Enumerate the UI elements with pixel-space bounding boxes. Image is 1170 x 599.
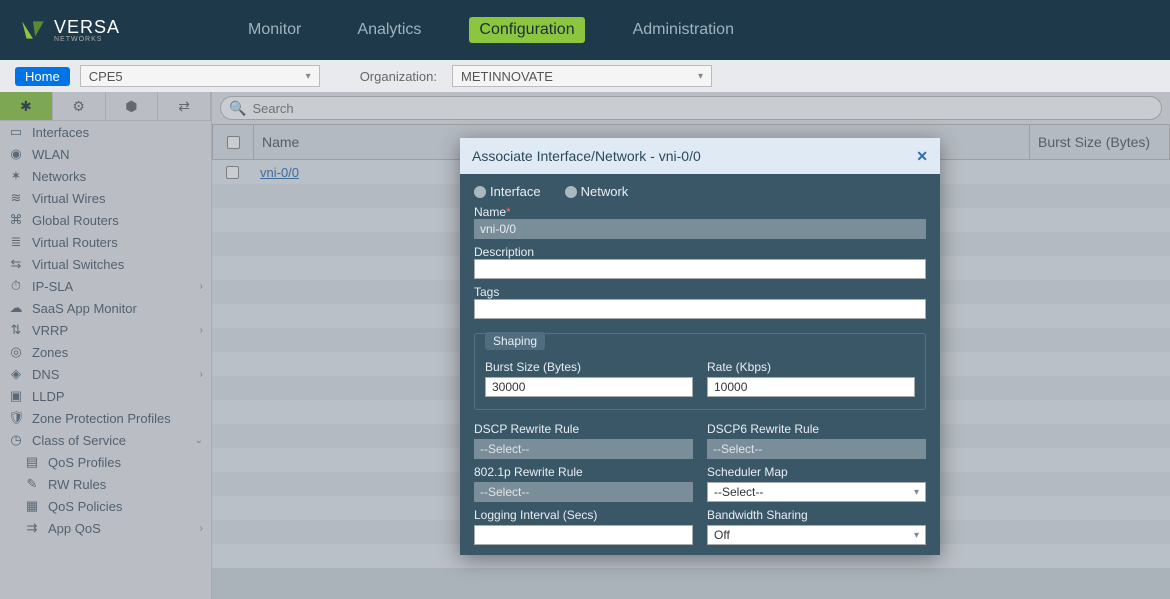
dscp-rewrite-label: DSCP Rewrite Rule — [474, 422, 693, 436]
nav-administration[interactable]: Administration — [625, 17, 742, 43]
required-indicator: * — [506, 205, 511, 219]
close-button[interactable]: ✕ — [916, 148, 928, 165]
chevron-down-icon: ▾ — [698, 71, 703, 82]
description-input[interactable] — [474, 259, 926, 279]
main-nav: Monitor Analytics Configuration Administ… — [240, 17, 742, 43]
scheduler-map-label: Scheduler Map — [707, 465, 926, 479]
logging-interval-input[interactable] — [474, 525, 693, 545]
home-button[interactable]: Home — [15, 67, 70, 86]
context-bar: Home CPE5 ▾ Organization: METINNOVATE ▾ — [0, 60, 1170, 92]
nav-monitor[interactable]: Monitor — [240, 17, 309, 43]
radio-icon — [565, 186, 577, 198]
chevron-down-icon: ▾ — [914, 530, 919, 541]
name-label: Name — [474, 205, 506, 219]
rate-input[interactable] — [707, 377, 915, 397]
shaping-fieldset: Shaping Burst Size (Bytes) Rate (Kbps) — [474, 333, 926, 410]
burst-size-input[interactable] — [485, 377, 693, 397]
brand-subtitle: NETWORKS — [54, 36, 120, 43]
name-input[interactable] — [474, 219, 926, 239]
organization-label: Organization: — [360, 69, 437, 84]
shaping-legend: Shaping — [485, 332, 545, 350]
dscp6-rewrite-select[interactable]: --Select-- — [707, 439, 926, 459]
scheduler-map-select[interactable]: --Select--▾ — [707, 482, 926, 502]
brand-name: VERSA — [54, 17, 120, 37]
modal-title: Associate Interface/Network - vni-0/0 — [472, 148, 701, 164]
nav-analytics[interactable]: Analytics — [349, 17, 429, 43]
tags-input[interactable] — [474, 299, 926, 319]
versa-logo-icon — [20, 17, 46, 43]
rate-label: Rate (Kbps) — [707, 360, 915, 374]
top-header: VERSA NETWORKS Monitor Analytics Configu… — [0, 0, 1170, 60]
brand-logo: VERSA NETWORKS — [20, 17, 120, 43]
chevron-down-icon: ▾ — [914, 487, 919, 498]
nav-configuration[interactable]: Configuration — [469, 17, 584, 43]
radio-interface[interactable]: Interface — [474, 184, 541, 199]
tags-label: Tags — [474, 285, 926, 299]
chevron-down-icon: ▾ — [306, 71, 311, 82]
dscp6-rewrite-label: DSCP6 Rewrite Rule — [707, 422, 926, 436]
description-label: Description — [474, 245, 926, 259]
bandwidth-sharing-select[interactable]: Off▾ — [707, 525, 926, 545]
burst-size-label: Burst Size (Bytes) — [485, 360, 693, 374]
device-select[interactable]: CPE5 ▾ — [80, 65, 320, 87]
logging-interval-label: Logging Interval (Secs) — [474, 508, 693, 522]
organization-select[interactable]: METINNOVATE ▾ — [452, 65, 712, 87]
type-radio-group: Interface Network — [474, 184, 926, 199]
device-value: CPE5 — [89, 69, 123, 84]
bandwidth-sharing-label: Bandwidth Sharing — [707, 508, 926, 522]
dscp-rewrite-select[interactable]: --Select-- — [474, 439, 693, 459]
p8021-rewrite-select[interactable]: --Select-- — [474, 482, 693, 502]
organization-value: METINNOVATE — [461, 69, 553, 84]
modal-header: Associate Interface/Network - vni-0/0 ✕ — [460, 138, 940, 174]
radio-network[interactable]: Network — [565, 184, 629, 199]
radio-icon — [474, 186, 486, 198]
associate-interface-modal: Associate Interface/Network - vni-0/0 ✕ … — [460, 138, 940, 555]
p8021-rewrite-label: 802.1p Rewrite Rule — [474, 465, 693, 479]
